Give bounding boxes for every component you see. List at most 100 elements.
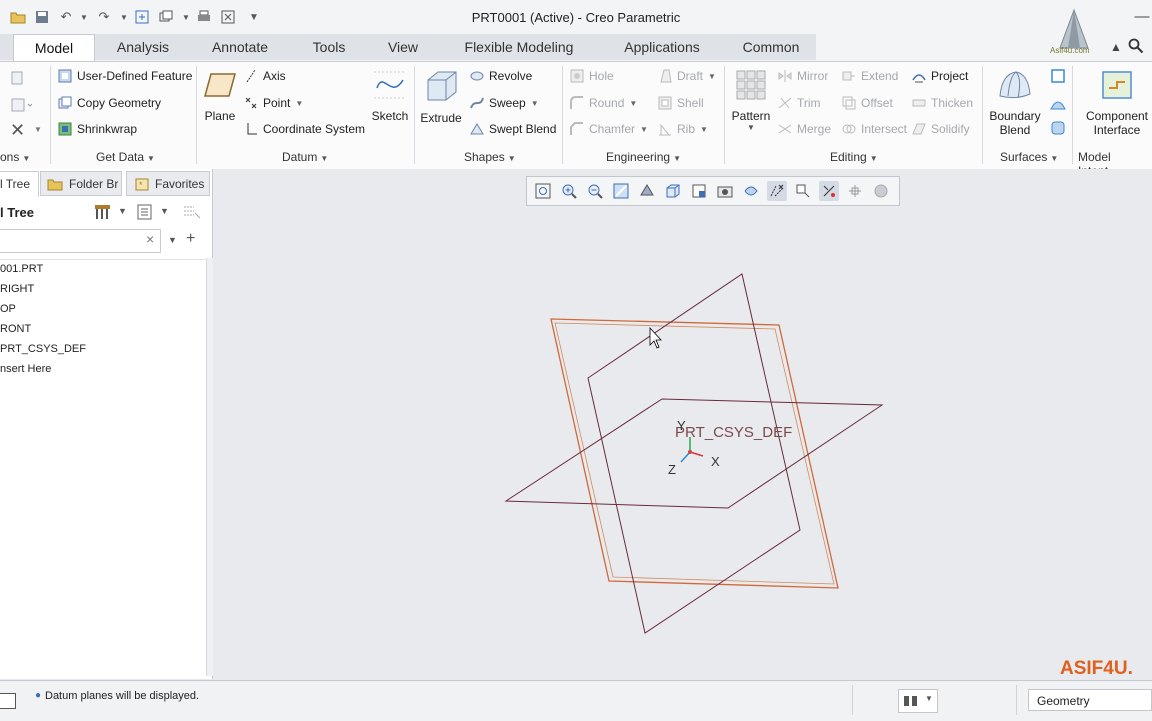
group-engineering-label[interactable]: Engineering ▼	[606, 150, 681, 164]
boundary-blend-button[interactable]: Boundary Blend	[986, 70, 1044, 137]
point-dropdown-icon[interactable]: ▼	[295, 99, 303, 108]
tab-tools[interactable]: Tools	[302, 34, 356, 60]
chamfer-button[interactable]: Chamfer ▼	[570, 122, 648, 136]
hole-button[interactable]: Hole	[570, 69, 614, 83]
show-navigator-icon[interactable]	[0, 693, 16, 709]
shell-button[interactable]: Shell	[658, 96, 704, 110]
draft-button[interactable]: Draft ▼	[658, 69, 716, 83]
repaint-icon[interactable]	[611, 181, 631, 201]
selection-dropdown-icon[interactable]: ▼	[925, 694, 933, 703]
merge-button[interactable]: Merge	[778, 122, 831, 136]
tab-folder-browser[interactable]: Folder Br	[40, 171, 122, 196]
style-icon[interactable]	[1050, 95, 1066, 114]
trim-button[interactable]: Trim	[778, 96, 821, 110]
copy-geometry-button[interactable]: Copy Geometry	[58, 96, 161, 110]
copy-icon[interactable]	[10, 70, 28, 89]
draft-dropdown-icon[interactable]: ▼	[708, 72, 716, 81]
delete-icon[interactable]: ✕	[10, 120, 25, 141]
group-shapes-label[interactable]: Shapes ▼	[464, 150, 516, 164]
csys-display-icon[interactable]	[819, 181, 839, 201]
display-style-icon[interactable]	[637, 181, 657, 201]
tab-applications[interactable]: Applications	[610, 34, 714, 60]
component-interface-button[interactable]: Component Interface	[1076, 70, 1152, 137]
tree-filter-icon[interactable]	[182, 204, 202, 223]
tab-model-tree[interactable]: l Tree	[0, 171, 39, 197]
chamfer-dropdown-icon[interactable]: ▼	[640, 125, 648, 134]
spin-center-icon[interactable]	[741, 181, 761, 201]
rib-dropdown-icon[interactable]: ▼	[700, 125, 708, 134]
refit-icon[interactable]	[533, 181, 553, 201]
thicken-button[interactable]: Thicken	[912, 96, 973, 110]
sweep-button[interactable]: Sweep ▼	[470, 96, 539, 110]
tree-settings-dropdown-icon[interactable]: ▼	[118, 206, 127, 216]
offset-button[interactable]: Offset	[842, 96, 893, 110]
minimize-icon[interactable]: —	[1132, 8, 1152, 25]
search-dropdown-icon[interactable]: ▼	[168, 235, 177, 245]
swept-blend-button[interactable]: Swept Blend	[470, 122, 556, 136]
help-search-icon[interactable]	[1128, 38, 1144, 57]
group-datum-label[interactable]: Datum ▼	[282, 150, 328, 164]
sketch-button[interactable]: Sketch	[368, 70, 412, 123]
tree-item-top[interactable]: OP	[0, 303, 16, 315]
tree-item-csys[interactable]: PRT_CSYS_DEF	[0, 343, 86, 355]
tree-item-right[interactable]: RIGHT	[0, 283, 34, 295]
tab-annotate[interactable]: Annotate	[200, 34, 280, 60]
perspective-view-icon[interactable]	[715, 181, 735, 201]
tab-view[interactable]: View	[378, 34, 428, 60]
smart-select-button[interactable]: ▼	[898, 689, 938, 713]
add-icon[interactable]: +	[186, 230, 195, 248]
appearance-icon[interactable]	[871, 181, 891, 201]
selection-filter-select[interactable]: Geometry	[1028, 689, 1152, 711]
coordinate-system-button[interactable]: Coordinate System	[244, 122, 365, 136]
user-defined-feature-button[interactable]: User-Defined Feature	[58, 69, 192, 83]
group-get-data-label[interactable]: Get Data ▼	[96, 150, 155, 164]
tab-analysis[interactable]: Analysis	[106, 34, 180, 60]
tab-common[interactable]: Common	[734, 34, 808, 60]
pattern-button[interactable]: Pattern ▼	[728, 70, 774, 132]
sweep-dropdown-icon[interactable]: ▼	[531, 99, 539, 108]
zoom-in-icon[interactable]	[559, 181, 579, 201]
project-button[interactable]: Project	[912, 69, 968, 83]
tree-item-front[interactable]: RONT	[0, 323, 31, 335]
show-icon[interactable]	[136, 204, 154, 223]
show-dropdown-icon[interactable]: ▼	[160, 206, 169, 216]
extend-button[interactable]: Extend	[842, 69, 898, 83]
annotation-display-icon[interactable]	[793, 181, 813, 201]
group-surfaces-label[interactable]: Surfaces ▼	[1000, 150, 1058, 164]
mirror-button[interactable]: Mirror	[778, 69, 828, 83]
clear-search-icon[interactable]: ×	[146, 231, 154, 247]
round-dropdown-icon[interactable]: ▼	[629, 99, 637, 108]
revolve-button[interactable]: Revolve	[470, 69, 532, 83]
delete-dropdown-icon[interactable]: ▼	[34, 125, 42, 134]
spin-center-display-icon[interactable]	[845, 181, 865, 201]
graphics-window[interactable]: PRT_CSYS_DEF Y X Z	[213, 169, 1152, 679]
point-button[interactable]: Point ▼	[244, 96, 303, 110]
collapse-ribbon-icon[interactable]: ▲	[1110, 40, 1122, 54]
tree-item-insert-here[interactable]: nsert Here	[0, 363, 51, 375]
zoom-out-icon[interactable]	[585, 181, 605, 201]
solidify-button[interactable]: Solidify	[912, 122, 970, 136]
panel-sash[interactable]	[206, 258, 213, 676]
axis-button[interactable]: Axis	[244, 69, 286, 83]
tree-item-part[interactable]: 001.PRT	[0, 263, 43, 275]
rib-button[interactable]: Rib ▼	[658, 122, 708, 136]
intersect-button[interactable]: Intersect	[842, 122, 907, 136]
plane-button[interactable]: Plane	[200, 70, 240, 123]
group-operations-label[interactable]: ons ▼	[0, 150, 30, 164]
freestyle-icon[interactable]	[1050, 120, 1066, 139]
extrude-button[interactable]: Extrude	[418, 70, 464, 125]
tree-search-input[interactable]	[0, 229, 161, 253]
fill-icon[interactable]	[1050, 68, 1066, 87]
datum-display-filters-icon[interactable]	[767, 181, 787, 201]
tab-flexible-modeling[interactable]: Flexible Modeling	[452, 34, 586, 60]
round-button[interactable]: Round ▼	[570, 96, 637, 110]
group-editing-label[interactable]: Editing ▼	[830, 150, 878, 164]
view-manager-icon[interactable]	[689, 181, 709, 201]
pattern-dropdown-icon[interactable]: ▼	[728, 123, 774, 132]
tree-settings-icon[interactable]	[94, 203, 112, 224]
tab-model[interactable]: Model	[13, 34, 95, 62]
tab-favorites[interactable]: * Favorites	[126, 171, 210, 196]
paste-icon[interactable]	[10, 96, 33, 115]
shrinkwrap-button[interactable]: Shrinkwrap	[58, 122, 137, 136]
saved-orientations-icon[interactable]	[663, 181, 683, 201]
